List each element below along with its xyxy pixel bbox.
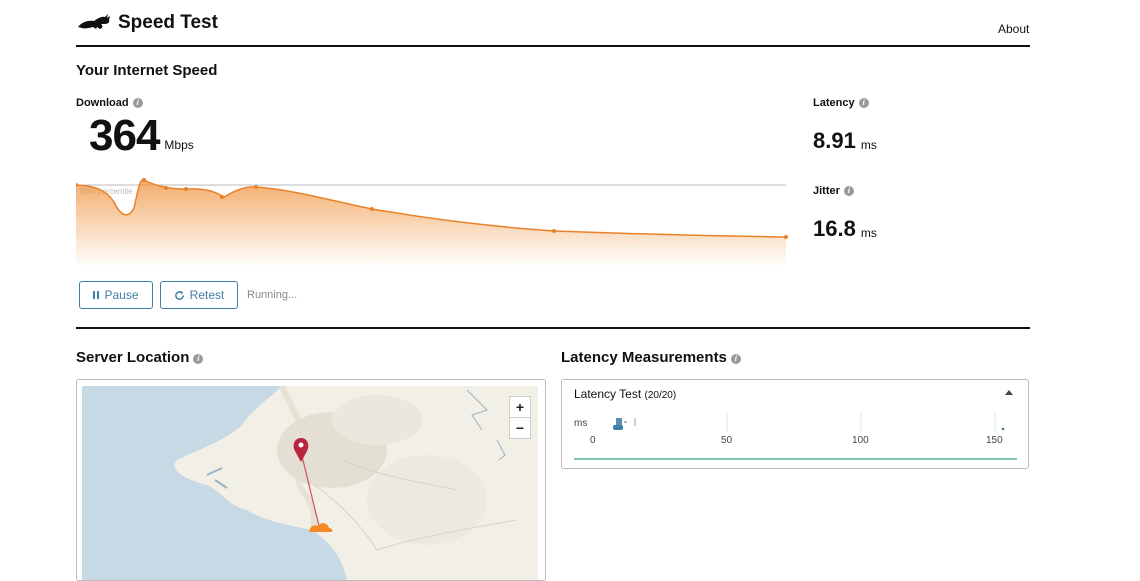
pause-button[interactable]: Pause	[79, 281, 153, 309]
speed-section-title: Your Internet Speed	[76, 62, 218, 79]
map-canvas[interactable]	[77, 380, 545, 580]
jitter-label: Jitter	[813, 185, 840, 197]
server-location-info-icon[interactable]: i	[193, 354, 204, 364]
collapse-caret-icon[interactable]	[1005, 390, 1013, 395]
latency-measurements-info-icon[interactable]: i	[730, 354, 741, 364]
refresh-icon	[174, 290, 184, 300]
download-point	[164, 186, 168, 190]
pause-icon	[93, 291, 100, 299]
pause-button-label: Pause	[104, 288, 139, 302]
latency-test-panel: Latency Test (20/20) ms 0 50 100 150	[561, 379, 1029, 469]
download-area	[76, 179, 786, 265]
latency-test-heading: Latency Test (20/20)	[574, 387, 676, 401]
test-status: Running...	[247, 289, 298, 301]
download-unit: Mbps	[164, 138, 194, 152]
jitter-info-icon[interactable]: i	[843, 186, 854, 196]
download-label: Download	[76, 97, 129, 109]
latency-readout: 8.91 ms	[813, 128, 877, 154]
zoom-out-button[interactable]: −	[509, 417, 531, 439]
header-divider	[76, 45, 1030, 47]
jitter-label-row: Jitter i	[813, 185, 854, 197]
server-location-title: Server Location	[76, 349, 190, 366]
server-location-title-row: Server Location i	[76, 349, 204, 366]
download-point	[142, 178, 146, 182]
latency-measurements-title: Latency Measurements	[561, 349, 727, 366]
latency-tick: 0	[590, 435, 596, 446]
server-map[interactable]: + −	[76, 379, 546, 581]
latency-distribution-icon	[613, 418, 636, 430]
jitter-readout: 16.8 ms	[813, 216, 877, 242]
latency-value: 8.91	[813, 128, 856, 153]
latency-label: Latency	[813, 97, 855, 109]
download-info-icon[interactable]: i	[132, 98, 143, 108]
rabbit-logo-icon	[78, 14, 110, 29]
section-divider	[76, 327, 1030, 329]
latency-test-count: (20/20)	[644, 390, 677, 401]
download-point	[184, 187, 188, 191]
latency-outlier-point	[1001, 427, 1005, 431]
download-readout: 364 Mbps	[89, 111, 194, 161]
latency-boxplot	[574, 412, 1017, 460]
download-point	[370, 207, 374, 211]
latency-test-title: Latency Test	[574, 387, 642, 401]
latency-measurements-title-row: Latency Measurements i	[561, 349, 741, 366]
download-point	[552, 229, 556, 233]
download-label-row: Download i	[76, 97, 143, 109]
latency-tick: 100	[852, 435, 869, 446]
retest-button-label: Retest	[189, 288, 225, 302]
latency-tick: 150	[986, 435, 1003, 446]
latency-info-icon[interactable]: i	[858, 98, 869, 108]
retest-button[interactable]: Retest	[160, 281, 238, 309]
latency-label-row: Latency i	[813, 97, 869, 109]
download-value: 364	[89, 111, 160, 160]
download-point	[220, 195, 224, 199]
download-point	[784, 235, 788, 239]
download-speed-chart: 90th percentile	[76, 178, 788, 265]
jitter-value: 16.8	[813, 216, 856, 241]
download-point	[254, 185, 258, 189]
latency-tick: 50	[721, 435, 733, 446]
zoom-in-button[interactable]: +	[509, 396, 531, 418]
about-link[interactable]: About	[998, 22, 1029, 36]
jitter-unit: ms	[860, 226, 877, 240]
app-title: Speed Test	[118, 12, 218, 33]
latency-unit: ms	[860, 138, 877, 152]
